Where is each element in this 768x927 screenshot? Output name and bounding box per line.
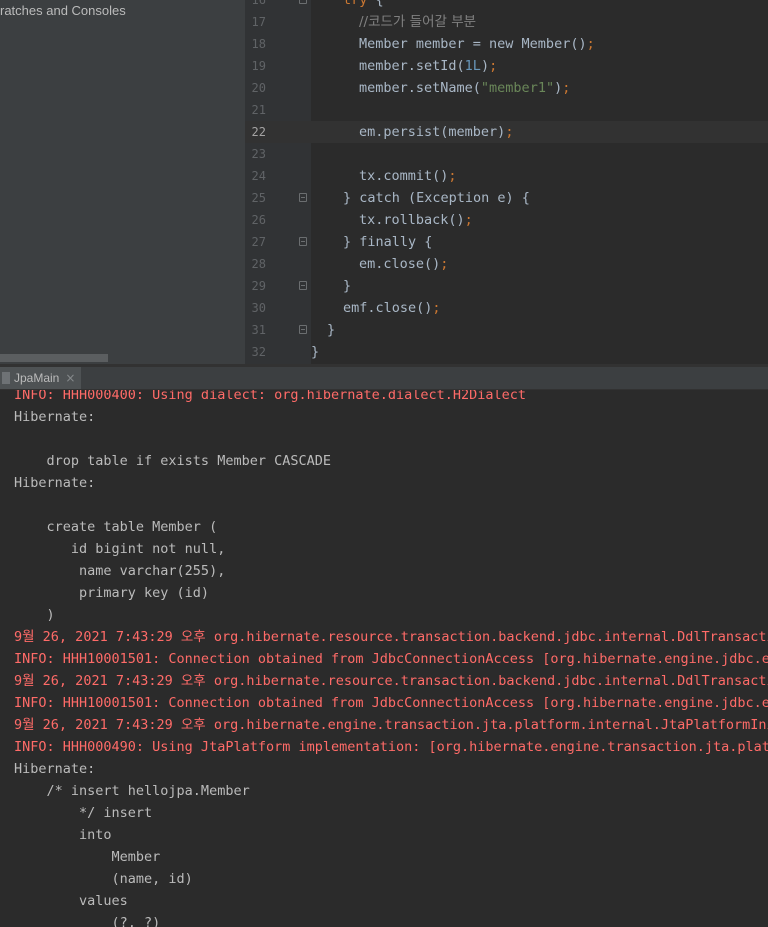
code-line[interactable]: 18 Member member = new Member(); bbox=[245, 33, 768, 55]
console-line: INFO: HHH000400: Using dialect: org.hibe… bbox=[14, 390, 527, 403]
code-line[interactable]: 31} bbox=[245, 319, 768, 341]
line-number: 21 bbox=[251, 103, 266, 117]
console-line: values bbox=[14, 893, 128, 909]
console-line: primary key (id) bbox=[14, 585, 210, 601]
code-line[interactable]: 32} bbox=[245, 341, 768, 363]
fold-marker-icon[interactable] bbox=[299, 193, 307, 202]
fold-marker-icon[interactable] bbox=[299, 0, 307, 4]
line-number: 29 bbox=[251, 279, 266, 293]
line-number: 17 bbox=[251, 15, 266, 29]
line-number: 26 bbox=[251, 213, 266, 227]
console-line: ) bbox=[14, 607, 55, 623]
code-line[interactable]: 16 try { bbox=[245, 0, 768, 11]
code-line[interactable]: 21 bbox=[245, 99, 768, 121]
code-line[interactable]: 28 em.close(); bbox=[245, 253, 768, 275]
code-line[interactable]: 20 member.setName("member1"); bbox=[245, 77, 768, 99]
code-line[interactable]: 29} bbox=[245, 275, 768, 297]
code-text: //코드가 들어갈 부분 bbox=[359, 14, 477, 30]
console-line: Hibernate: bbox=[14, 409, 104, 425]
line-number: 27 bbox=[251, 235, 266, 249]
console-line: 9월 26, 2021 7:43:29 오후 org.hibernate.eng… bbox=[14, 717, 768, 733]
run-console-output[interactable]: INFO: HHH000400: Using dialect: org.hibe… bbox=[0, 390, 768, 927]
line-number: 31 bbox=[251, 323, 266, 337]
line-number: 16 bbox=[251, 0, 266, 7]
line-number: 22 bbox=[251, 125, 266, 139]
console-line: Member bbox=[14, 849, 161, 865]
console-line: (name, id) bbox=[14, 871, 201, 887]
code-text: } bbox=[327, 322, 336, 338]
console-line: */ insert bbox=[14, 805, 161, 821]
code-text: } finally { bbox=[343, 234, 433, 250]
code-line[interactable]: 22 em.persist(member); bbox=[245, 121, 768, 143]
console-line: drop table if exists Member CASCADE bbox=[14, 453, 340, 469]
console-line: (?, ?) bbox=[14, 915, 161, 927]
console-line: INFO: HHH10001501: Connection obtained f… bbox=[14, 651, 768, 667]
code-text: try { bbox=[343, 0, 384, 8]
project-panel: ratches and Consoles bbox=[0, 0, 245, 364]
code-text: member.setName("member1"); bbox=[359, 80, 571, 96]
code-text: } catch (Exception e) { bbox=[343, 190, 530, 206]
console-line: into bbox=[14, 827, 112, 843]
line-number: 25 bbox=[251, 191, 266, 205]
line-number: 23 bbox=[251, 147, 266, 161]
line-number: 30 bbox=[251, 301, 266, 315]
code-text: emf.close(); bbox=[343, 300, 441, 316]
line-number: 18 bbox=[251, 37, 266, 51]
fold-marker-icon[interactable] bbox=[299, 237, 307, 246]
fold-marker-icon[interactable] bbox=[299, 281, 307, 290]
code-text: em.persist(member); bbox=[359, 124, 514, 140]
code-text: tx.rollback(); bbox=[359, 212, 473, 228]
line-number: 19 bbox=[251, 59, 266, 73]
code-line[interactable]: 23 bbox=[245, 143, 768, 165]
code-line[interactable]: 30 emf.close(); bbox=[245, 297, 768, 319]
code-editor[interactable]: 16 try { 17 //코드가 들어갈 부분 18 Member member = n… bbox=[245, 0, 768, 364]
tab-jpamain[interactable]: JpaMain × bbox=[0, 367, 82, 389]
line-number: 20 bbox=[251, 81, 266, 95]
console-line: Hibernate: bbox=[14, 475, 104, 491]
code-line[interactable]: 27 } finally { bbox=[245, 231, 768, 253]
code-text: } bbox=[343, 278, 352, 294]
close-icon[interactable]: × bbox=[65, 371, 75, 385]
line-number: 32 bbox=[251, 345, 266, 359]
code-line[interactable]: 19 member.setId(1L); bbox=[245, 55, 768, 77]
console-line: Hibernate: bbox=[14, 761, 104, 777]
console-line: INFO: HHH000490: Using JtaPlatform imple… bbox=[14, 739, 768, 755]
line-number: 28 bbox=[251, 257, 266, 271]
fold-marker-icon[interactable] bbox=[299, 325, 307, 334]
tab-label: JpaMain bbox=[14, 371, 60, 385]
code-text: } bbox=[311, 344, 320, 360]
run-config-icon bbox=[2, 372, 10, 384]
console-line: /* insert hellojpa.Member bbox=[14, 783, 250, 799]
line-number: 24 bbox=[251, 169, 266, 183]
console-line: 9월 26, 2021 7:43:29 오후 org.hibernate.res… bbox=[14, 673, 768, 689]
console-line: id bigint not null, bbox=[14, 541, 226, 557]
console-line: create table Member ( bbox=[14, 519, 218, 535]
console-line: INFO: HHH10001501: Connection obtained f… bbox=[14, 695, 768, 711]
console-line: 9월 26, 2021 7:43:29 오후 org.hibernate.res… bbox=[14, 629, 768, 645]
code-line[interactable]: 26 tx.rollback(); bbox=[245, 209, 768, 231]
project-horizontal-scrollbar[interactable] bbox=[0, 354, 108, 362]
code-line[interactable]: 24 tx.commit(); bbox=[245, 165, 768, 187]
code-line[interactable]: 17 //코드가 들어갈 부분 bbox=[245, 11, 768, 33]
code-text: em.close(); bbox=[359, 256, 449, 272]
run-tab-bar: JpaMain × bbox=[0, 367, 768, 390]
code-line[interactable]: 25 } catch (Exception e) { bbox=[245, 187, 768, 209]
console-line: name varchar(255), bbox=[14, 563, 226, 579]
code-text: tx.commit(); bbox=[359, 168, 457, 184]
code-text: Member member = new Member(); bbox=[359, 36, 595, 52]
scratches-and-consoles-item[interactable]: ratches and Consoles bbox=[0, 3, 126, 18]
code-text: member.setId(1L); bbox=[359, 58, 498, 74]
